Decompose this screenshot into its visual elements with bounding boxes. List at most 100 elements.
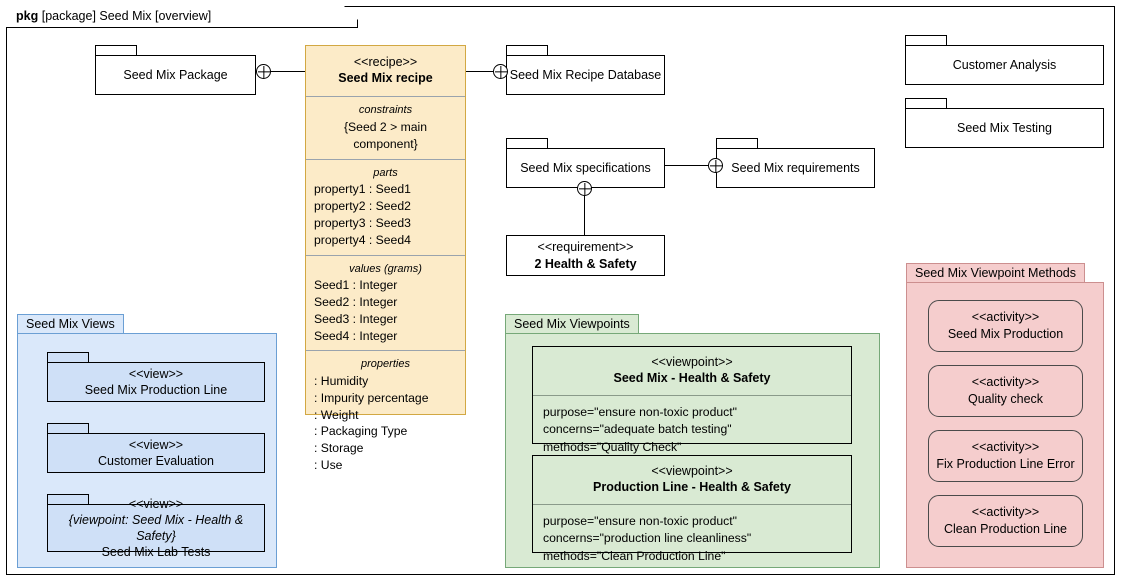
properties-title: properties (361, 358, 410, 371)
view-stereotype: <<view>> (128, 497, 184, 511)
part-item: property2 : Seed2 (314, 199, 411, 214)
activity-stereotype: <<activity>> (971, 440, 1040, 455)
part-item: property1 : Seed1 (314, 182, 411, 197)
property-item: : Storage (314, 441, 364, 456)
recipe-values-compartment: values (grams) Seed1 : Integer Seed2 : I… (306, 254, 465, 351)
property-item: : Packaging Type (314, 424, 408, 439)
package-label: Seed Mix requirements (731, 161, 860, 175)
recipe-name: Seed Mix recipe (338, 71, 433, 86)
viewpoint-stereotype: <<viewpoint>> (651, 355, 733, 369)
value-item: Seed1 : Integer (314, 278, 398, 293)
panel-title: Seed Mix Viewpoints (514, 317, 630, 331)
requirement-stereotype: <<requirement>> (537, 240, 634, 255)
viewpoint-concerns: concerns="production line cleanliness" (543, 531, 752, 546)
property-item: : Use (314, 458, 343, 473)
view-seed-mix-lab-tests[interactable]: <<view>> {viewpoint: Seed Mix - Health &… (47, 494, 265, 559)
value-item: Seed2 : Integer (314, 294, 398, 309)
part-item: property4 : Seed4 (314, 232, 411, 247)
activity-stereotype: <<activity>> (971, 310, 1040, 325)
panel-title-tab: Seed Mix Viewpoints (505, 314, 639, 334)
recipe-constraints-compartment: constraints {Seed 2 > main component} (306, 96, 465, 159)
value-item: Seed4 : Integer (314, 328, 398, 343)
block-requirement-health-safety[interactable]: <<requirement>> 2 Health & Safety (506, 235, 665, 276)
viewpoint-header: <<viewpoint>> Seed Mix - Health & Safety (533, 347, 851, 397)
activity-name: Quality check (967, 391, 1044, 406)
recipe-properties-compartment: properties : Humidity : Impurity percent… (306, 350, 465, 479)
viewpoint-production-line-health-safety[interactable]: <<viewpoint>> Production Line - Health &… (532, 455, 852, 563)
value-item: Seed3 : Integer (314, 311, 398, 326)
activity-stereotype: <<activity>> (971, 505, 1040, 520)
panel-title: Seed Mix Viewpoint Methods (915, 266, 1076, 280)
package-body: Seed Mix Package (95, 55, 256, 95)
package-body: <<view>> Seed Mix Production Line (47, 362, 265, 402)
view-stereotype: <<view>> (128, 438, 184, 452)
package-body: <<view>> Customer Evaluation (47, 433, 265, 473)
containment-icon-package-recipe (256, 64, 271, 79)
viewpoint-header: <<viewpoint>> Production Line - Health &… (533, 456, 851, 506)
activity-fix-production-line-error[interactable]: <<activity>> Fix Production Line Error (928, 430, 1083, 482)
package-label: Customer Analysis (952, 58, 1057, 72)
property-item: : Humidity (314, 373, 369, 388)
activity-name: Clean Production Line (944, 521, 1067, 536)
package-body: Customer Analysis (905, 45, 1104, 85)
viewpoint-methods: methods="Quality Check" (543, 439, 682, 454)
viewpoint-purpose: purpose="ensure non-toxic product" (543, 514, 737, 529)
view-stereotype: <<view>> (128, 367, 184, 381)
constraints-title: constraints (358, 104, 413, 117)
package-customer-analysis[interactable]: Customer Analysis (905, 35, 1104, 85)
activity-seed-mix-production[interactable]: <<activity>> Seed Mix Production (928, 300, 1083, 352)
containment-icon-spec-requirements (708, 158, 723, 173)
view-customer-evaluation[interactable]: <<view>> Customer Evaluation (47, 423, 265, 473)
viewpoint-body: purpose="ensure non-toxic product" conce… (533, 505, 851, 573)
view-name: Customer Evaluation (97, 454, 215, 468)
view-name: Seed Mix Lab Tests (101, 545, 211, 559)
viewpoint-seed-mix-health-safety[interactable]: <<viewpoint>> Seed Mix - Health & Safety… (532, 346, 852, 454)
view-name: Seed Mix Production Line (84, 383, 228, 397)
constraint-item: {Seed 2 > main component} (343, 119, 427, 151)
activity-stereotype: <<activity>> (971, 375, 1040, 390)
panel-title-tab: Seed Mix Views (17, 314, 124, 334)
package-body: Seed Mix Recipe Database (506, 55, 665, 95)
package-seed-mix-recipe-database[interactable]: Seed Mix Recipe Database (506, 45, 665, 95)
package-seed-mix-package[interactable]: Seed Mix Package (95, 45, 256, 95)
viewpoint-name: Seed Mix - Health & Safety (613, 371, 771, 386)
panel-seed-mix-viewpoints: Seed Mix Viewpoints <<viewpoint>> Seed M… (505, 314, 880, 568)
panel-seed-mix-views: Seed Mix Views <<view>> Seed Mix Product… (17, 314, 277, 568)
package-label: Seed Mix Recipe Database (509, 68, 662, 82)
package-frame-label: pkg [package] Seed Mix [overview] (16, 9, 211, 23)
package-body: <<view>> {viewpoint: Seed Mix - Health &… (47, 497, 265, 559)
package-body: Seed Mix requirements (716, 148, 875, 188)
package-seed-mix-testing[interactable]: Seed Mix Testing (905, 98, 1104, 148)
package-label: Seed Mix Package (123, 68, 228, 82)
frame-keyword: pkg (16, 9, 39, 23)
viewpoint-name: Production Line - Health & Safety (593, 480, 791, 495)
package-label: Seed Mix specifications (520, 161, 651, 175)
part-item: property3 : Seed3 (314, 215, 411, 230)
activity-clean-production-line[interactable]: <<activity>> Clean Production Line (928, 495, 1083, 547)
activity-quality-check[interactable]: <<activity>> Quality check (928, 365, 1083, 417)
viewpoint-methods: methods="Clean Production Line" (543, 548, 726, 563)
view-constraint: {viewpoint: Seed Mix - Health & Safety} (68, 513, 244, 543)
parts-title: parts (373, 166, 398, 179)
containment-icon-recipe-database (493, 64, 508, 79)
activity-name: Fix Production Line Error (936, 456, 1075, 471)
viewpoint-body: purpose="ensure non-toxic product" conce… (533, 396, 851, 464)
panel-seed-mix-viewpoint-methods: Seed Mix Viewpoint Methods <<activity>> … (906, 263, 1104, 568)
containment-icon-spec-requirement-block (577, 181, 592, 196)
panel-title-tab: Seed Mix Viewpoint Methods (906, 263, 1085, 283)
requirement-name: 2 Health & Safety (534, 256, 637, 271)
frame-label-text: [package] Seed Mix [overview] (41, 9, 212, 23)
viewpoint-purpose: purpose="ensure non-toxic product" (543, 405, 737, 420)
package-body: Seed Mix Testing (905, 108, 1104, 148)
block-seed-mix-recipe[interactable]: <<recipe>> Seed Mix recipe constraints {… (305, 45, 466, 472)
view-seed-mix-production-line[interactable]: <<view>> Seed Mix Production Line (47, 352, 265, 402)
diagram-canvas: pkg [package] Seed Mix [overview] Seed M… (0, 0, 1121, 581)
viewpoint-stereotype: <<viewpoint>> (651, 464, 733, 478)
package-seed-mix-requirements[interactable]: Seed Mix requirements (716, 138, 875, 188)
package-label: Seed Mix Testing (957, 121, 1052, 135)
values-title: values (grams) (349, 262, 422, 275)
panel-title: Seed Mix Views (26, 317, 115, 331)
viewpoint-concerns: concerns="adequate batch testing" (543, 422, 732, 437)
recipe-parts-compartment: parts property1 : Seed1 property2 : Seed… (306, 158, 465, 255)
recipe-header: <<recipe>> Seed Mix recipe (306, 46, 465, 96)
